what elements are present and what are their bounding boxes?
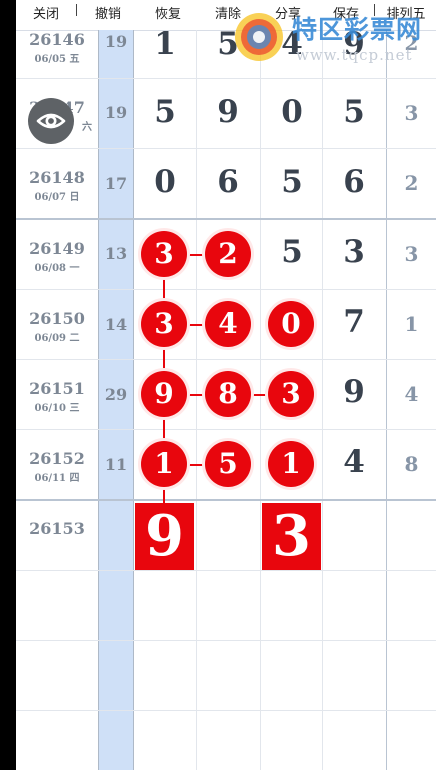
row-divider [16, 710, 436, 711]
brand-url: www.tqcp.net [296, 46, 413, 64]
trend-line [249, 394, 269, 396]
highlight-ball[interactable]: 3 [141, 231, 187, 277]
row-divider [16, 359, 436, 360]
span-value: 1 [404, 312, 419, 336]
span-value: 8 [404, 452, 419, 476]
floating-eye-button[interactable] [28, 98, 74, 144]
period-number: 26153 [29, 519, 85, 538]
highlight-ball[interactable]: 3 [141, 301, 187, 347]
digit-cell[interactable]: 7 [322, 304, 386, 340]
highlight-ball[interactable]: 1 [268, 441, 314, 487]
highlight-ball[interactable]: 3 [268, 371, 314, 417]
trend-line [186, 394, 206, 396]
period-cell: 26146 06/05 五 [16, 30, 98, 65]
highlight-ball[interactable]: 1 [141, 441, 187, 487]
prediction-box[interactable]: 3 [262, 503, 321, 570]
digit-cell[interactable]: 3 [322, 234, 386, 270]
period-cell: 26149 06/08 一 [16, 239, 98, 274]
digit-cell[interactable]: 4 [322, 444, 386, 480]
sum-value: 29 [104, 385, 128, 404]
period-cell: 26150 06/09 二 [16, 309, 98, 344]
highlight-ball[interactable]: 9 [141, 371, 187, 417]
site-watermark: 特区彩票网 www.tqcp.net [232, 8, 436, 68]
row-divider [16, 289, 436, 290]
highlight-ball[interactable]: 5 [205, 441, 251, 487]
row-divider [16, 78, 436, 79]
trend-grid: 26146 06/05 五 26147 六 26148 06/07 日 2614… [16, 26, 436, 770]
period-date: 06/08 一 [34, 263, 80, 274]
span-value: 2 [404, 171, 419, 195]
prediction-box[interactable]: 9 [135, 503, 194, 570]
span-value: 3 [404, 101, 419, 125]
close-button[interactable]: 关闭 [20, 0, 72, 30]
highlight-ball[interactable]: 2 [205, 231, 251, 277]
period-date: 06/10 三 [34, 403, 80, 414]
digit-cell[interactable]: 5 [322, 94, 386, 130]
sum-value: 13 [104, 244, 128, 263]
digit-cell[interactable]: 6 [196, 164, 260, 200]
group-divider [16, 218, 436, 220]
brand-name: 特区彩票网 [292, 15, 423, 44]
group-divider [16, 499, 436, 501]
highlight-ball[interactable]: 8 [205, 371, 251, 417]
trend-line [163, 254, 165, 472]
eye-icon [36, 113, 66, 129]
digit-cell[interactable]: 6 [322, 164, 386, 200]
period-number: 26152 [29, 449, 85, 468]
period-cell: 26148 06/07 日 [16, 168, 98, 203]
period-number: 26149 [29, 239, 85, 258]
period-number: 26148 [29, 168, 85, 187]
period-number: 26151 [29, 379, 85, 398]
digit-cell[interactable]: 0 [260, 94, 324, 130]
sum-value: 19 [104, 103, 128, 122]
period-date: 06/07 日 [34, 192, 80, 203]
digit-cell[interactable]: 5 [133, 94, 197, 130]
period-cell: 26153 [16, 519, 98, 538]
period-cell: 26152 06/11 四 [16, 449, 98, 484]
span-value: 3 [404, 242, 419, 266]
brand-logo-icon [235, 13, 283, 61]
sum-value: 19 [104, 32, 128, 51]
highlight-ball[interactable]: 4 [205, 301, 251, 347]
highlight-ball[interactable]: 0 [268, 301, 314, 347]
period-date: 06/11 四 [34, 473, 80, 484]
period-number: 26146 [29, 30, 85, 49]
digit-cell[interactable]: 9 [322, 374, 386, 410]
span-value: 4 [404, 382, 419, 406]
trend-line [186, 324, 206, 326]
digit-cell[interactable]: 5 [260, 234, 324, 270]
period-date: 06/09 二 [34, 333, 80, 344]
row-divider [16, 148, 436, 149]
digit-cell[interactable]: 9 [196, 94, 260, 130]
period-date: 06/05 五 [34, 54, 80, 65]
sum-value: 14 [104, 315, 128, 334]
grid-divider [260, 30, 261, 770]
digit-cell[interactable]: 1 [133, 26, 197, 62]
trend-line [186, 254, 206, 256]
undo-button[interactable]: 撤销 [80, 0, 136, 30]
period-cell: 26151 06/10 三 [16, 379, 98, 414]
digit-cell[interactable]: 5 [260, 164, 324, 200]
row-divider [16, 429, 436, 430]
toolbar-divider [76, 4, 77, 16]
row-divider [16, 570, 436, 571]
sum-value: 17 [104, 174, 128, 193]
left-edge-bar [0, 0, 16, 770]
row-divider [16, 640, 436, 641]
digit-cell[interactable]: 0 [133, 164, 197, 200]
grid-divider [196, 30, 197, 770]
sum-value: 11 [104, 455, 128, 474]
trend-line [186, 464, 206, 466]
period-number: 26150 [29, 309, 85, 328]
